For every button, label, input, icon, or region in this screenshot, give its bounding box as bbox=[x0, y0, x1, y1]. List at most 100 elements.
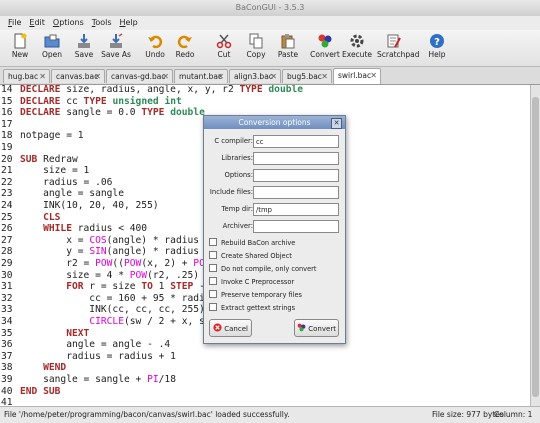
execute-icon bbox=[350, 34, 364, 48]
menu-options[interactable]: Options bbox=[49, 16, 88, 30]
include-files-input[interactable] bbox=[253, 186, 339, 199]
line-number: 18 bbox=[1, 130, 13, 142]
checkbox-box[interactable] bbox=[209, 303, 217, 311]
line-number: 16 bbox=[1, 107, 13, 119]
rebuild-archive-checkbox[interactable]: Rebuild BaCon archive bbox=[209, 238, 341, 249]
convert-icon bbox=[318, 34, 332, 48]
line-code: SUB Redraw bbox=[20, 153, 78, 165]
convert-dialog-button[interactable]: Convert bbox=[294, 319, 339, 337]
close-icon[interactable]: ✕ bbox=[162, 70, 169, 84]
copy-icon bbox=[249, 33, 263, 49]
tab-align3[interactable]: align3.bac ✕ bbox=[229, 69, 281, 83]
convert-label: Convert bbox=[310, 50, 340, 59]
open-label: Open bbox=[41, 50, 63, 59]
scrollbar-thumb[interactable] bbox=[532, 97, 539, 397]
close-icon[interactable]: ✕ bbox=[331, 118, 342, 129]
tab-label: canvas-gd.bac bbox=[111, 72, 166, 81]
menu-edit[interactable]: Edit bbox=[25, 16, 49, 30]
scratchpad-button[interactable]: Scratchpad bbox=[377, 32, 420, 64]
save-icon bbox=[78, 34, 90, 48]
menu-file[interactable]: File bbox=[4, 16, 25, 30]
line-number: 36 bbox=[1, 339, 13, 351]
convert-dialog-label: Convert bbox=[308, 325, 336, 333]
create-shared-object-checkbox[interactable]: Create Shared Object bbox=[209, 251, 341, 262]
line-number: 21 bbox=[1, 165, 13, 177]
close-icon[interactable]: ✕ bbox=[39, 70, 46, 84]
options-input[interactable] bbox=[253, 169, 339, 182]
line-code: radius = .06 bbox=[20, 176, 113, 188]
help-button[interactable]: ? Help bbox=[421, 32, 453, 64]
checkbox-box[interactable] bbox=[209, 238, 217, 246]
close-icon[interactable]: ✕ bbox=[217, 70, 224, 84]
checkbox-box[interactable] bbox=[209, 264, 217, 272]
checkbox-box[interactable] bbox=[209, 277, 217, 285]
line-number: 28 bbox=[1, 246, 13, 258]
line-code: FOR r = size TO 1 STEP -2 bbox=[66, 281, 211, 293]
svg-text:?: ? bbox=[434, 37, 440, 48]
redo-button[interactable]: Redo bbox=[169, 32, 201, 64]
open-folder-icon bbox=[44, 34, 60, 48]
preserve-temp-files-checkbox[interactable]: Preserve temporary files bbox=[209, 290, 341, 301]
line-number: 22 bbox=[1, 176, 13, 188]
line-number: 26 bbox=[1, 223, 13, 235]
window-title: BaConGUI - 3.5.3 bbox=[0, 0, 540, 17]
save-as-label: Save As bbox=[101, 50, 131, 59]
line-code: angle = sangle bbox=[20, 188, 124, 200]
close-icon[interactable]: ✕ bbox=[370, 69, 377, 83]
archiver-label: Archiver: bbox=[222, 222, 253, 230]
c-compiler-row: C compiler: cc bbox=[204, 135, 345, 149]
menu-bar: File Edit Options Tools Help bbox=[0, 16, 540, 30]
open-button[interactable]: Open bbox=[36, 32, 68, 64]
cut-icon bbox=[216, 34, 232, 49]
save-as-button[interactable]: Save As bbox=[100, 32, 132, 64]
cancel-button[interactable]: Cancel bbox=[209, 319, 252, 337]
tab-mutant[interactable]: mutant.bac ✕ bbox=[174, 69, 228, 83]
close-icon[interactable]: ✕ bbox=[94, 70, 101, 84]
help-icon: ? bbox=[430, 34, 444, 48]
only-convert-checkbox[interactable]: Do not compile, only convert bbox=[209, 264, 341, 275]
archiver-input[interactable] bbox=[253, 220, 339, 233]
paste-button[interactable]: Paste bbox=[272, 32, 304, 64]
undo-button[interactable]: Undo bbox=[139, 32, 171, 64]
extract-gettext-checkbox[interactable]: Extract gettext strings bbox=[209, 303, 341, 314]
line-code: WHILE radius < 400 bbox=[43, 223, 148, 235]
save-button[interactable]: Save bbox=[68, 32, 100, 64]
menu-help[interactable]: Help bbox=[116, 16, 142, 30]
undo-icon bbox=[148, 35, 163, 49]
checkbox-label: Preserve temporary files bbox=[221, 291, 302, 299]
convert-icon bbox=[297, 323, 306, 332]
convert-button[interactable]: Convert bbox=[309, 32, 341, 64]
save-label: Save bbox=[74, 50, 94, 59]
temp-dir-input[interactable]: /tmp bbox=[253, 203, 339, 216]
execute-button[interactable]: Execute bbox=[341, 32, 373, 64]
line-number: 39 bbox=[1, 374, 13, 385]
close-icon[interactable]: ✕ bbox=[321, 70, 328, 84]
tab-label: mutant.bac bbox=[179, 72, 223, 81]
checkbox-box[interactable] bbox=[209, 290, 217, 298]
copy-button[interactable]: Copy bbox=[240, 32, 272, 64]
archiver-row: Archiver: bbox=[204, 220, 345, 234]
cut-button[interactable]: Cut bbox=[208, 32, 240, 64]
line-number: 33 bbox=[1, 304, 13, 316]
line-code: size = 1 bbox=[20, 165, 90, 177]
line-code: notpage = 1 bbox=[20, 130, 84, 142]
cancel-label: Cancel bbox=[224, 325, 248, 333]
c-compiler-input[interactable]: cc bbox=[253, 135, 339, 148]
line-number: 37 bbox=[1, 350, 13, 362]
tab-bug5[interactable]: bug5.bac ✕ bbox=[282, 69, 332, 83]
line-number: 29 bbox=[1, 258, 13, 269]
menu-tools[interactable]: Tools bbox=[88, 16, 116, 30]
tab-canvas[interactable]: canvas.bac ✕ bbox=[51, 69, 105, 83]
line-code: DECLARE size, radius, angle, x, y, r2 TY… bbox=[20, 85, 304, 95]
checkbox-box[interactable] bbox=[209, 251, 217, 259]
invoke-preprocessor-checkbox[interactable]: Invoke C Preprocessor bbox=[209, 277, 341, 288]
tab-hug[interactable]: hug.bac ✕ bbox=[3, 69, 50, 83]
tab-swirl[interactable]: swirl.bac ✕ bbox=[333, 68, 381, 84]
vertical-scrollbar[interactable] bbox=[530, 85, 540, 406]
line-code: y = SIN(angle) * radius bbox=[20, 246, 200, 258]
new-button[interactable]: New bbox=[4, 32, 36, 64]
tab-label: bug5.bac bbox=[287, 72, 322, 81]
tab-canvas-gd[interactable]: canvas-gd.bac ✕ bbox=[106, 69, 173, 83]
libraries-input[interactable] bbox=[253, 152, 339, 165]
close-icon[interactable]: ✕ bbox=[270, 70, 277, 84]
